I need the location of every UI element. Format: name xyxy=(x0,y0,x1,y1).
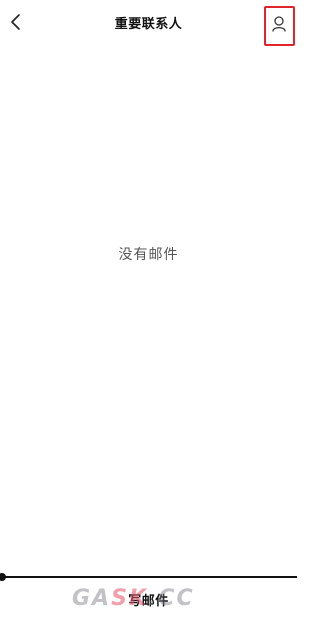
bottom-bar: 写邮件 xyxy=(0,573,297,623)
contacts-button[interactable] xyxy=(264,6,295,46)
empty-state-text: 没有邮件 xyxy=(118,247,179,263)
screen: 重要联系人 没有邮件 写邮件 GASK.CC xyxy=(0,0,297,623)
page-title: 重要联系人 xyxy=(114,17,183,32)
divider-dot xyxy=(0,573,6,581)
divider-line xyxy=(0,576,297,578)
person-icon xyxy=(271,16,286,32)
compose-button[interactable]: 写邮件 xyxy=(0,590,297,609)
header-bar: 重要联系人 xyxy=(0,0,297,46)
